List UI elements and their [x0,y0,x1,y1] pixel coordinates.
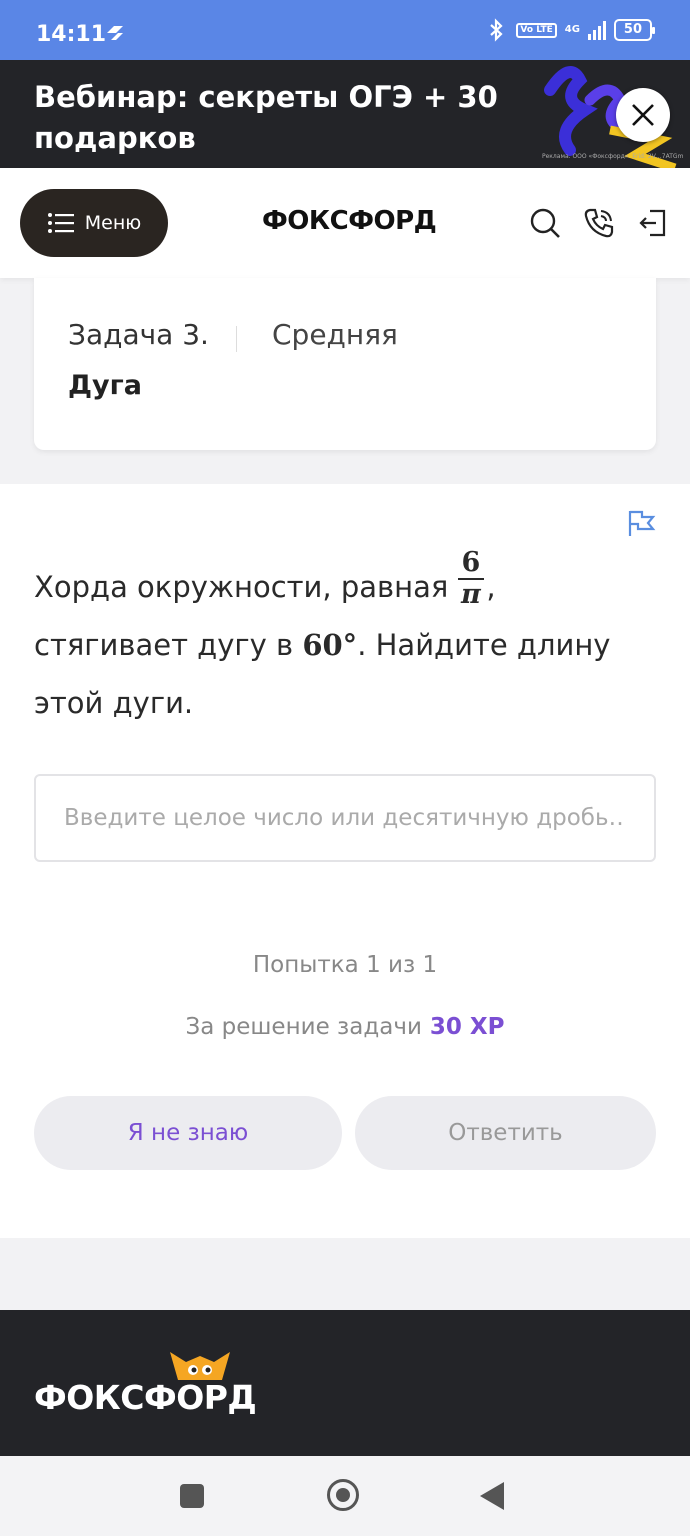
reward-label: За решение задачи [185,1014,422,1040]
volte-icon: Vo LTE [516,22,557,38]
footer-logo[interactable]: ФОКСФОРД [34,1378,257,1417]
answer-input[interactable] [34,774,656,862]
reward-xp: 30 XP [429,1014,505,1040]
ad-disclaimer: Реклама. ООО «Фоксфорд». Erid: 2V…7ATGm [542,153,684,160]
problem-section: Хорда окружности, равная 6π, стягивает д… [0,484,690,1238]
angle-value: 60° [302,628,358,662]
divider [236,326,237,352]
menu-label: Меню [84,212,142,234]
signal-icon [587,20,606,40]
ad-banner[interactable]: Вебинар: секреты ОГЭ + 30 подарков Рекла… [0,60,690,168]
report-flag-icon[interactable] [626,508,656,538]
sync-icon [104,22,126,48]
task-difficulty: Средняя [272,318,398,351]
login-icon[interactable] [636,206,670,240]
close-icon [632,104,654,126]
problem-text: Хорда окружности, равная 6π, стягивает д… [34,548,654,732]
task-number: Задача 3. [68,318,209,351]
attempt-counter: Попытка 1 из 1 [252,952,438,978]
network-type: 4G [564,24,580,35]
fraction: 6π [457,548,485,610]
recents-button[interactable] [180,1484,204,1508]
bluetooth-icon [490,18,504,42]
menu-button[interactable]: Меню [20,189,168,257]
dont-know-button[interactable]: Я не знаю [34,1096,342,1170]
site-footer: ФОКСФОРД [0,1310,690,1456]
close-ad-button[interactable] [616,88,670,142]
site-header: Меню ФОКСФОРД [0,168,690,278]
battery-icon: 50 [613,19,656,41]
status-time: 14:11 [36,22,107,47]
task-name: Дуга [68,370,142,401]
task-card: Задача 3. Средняя Дуга [34,278,656,450]
list-icon [47,213,74,233]
ad-title[interactable]: Вебинар: секреты ОГЭ + 30 подарков [34,77,554,159]
fraction-numerator: 6 [457,548,485,580]
status-bar: 14:11 Vo LTE 4G 50 [0,0,690,60]
fraction-denominator: π [461,579,481,610]
reward-info: За решение задачи 30 XP [0,1014,690,1040]
phone-icon[interactable] [582,206,616,240]
home-button[interactable] [327,1479,359,1511]
back-button[interactable] [480,1482,504,1510]
search-icon[interactable] [528,206,562,240]
problem-text-part: Хорда окружности, равная [34,570,458,604]
site-logo[interactable]: ФОКСФОРД [262,206,437,236]
system-nav-bar [0,1456,690,1536]
submit-answer-button[interactable]: Ответить [355,1096,656,1170]
